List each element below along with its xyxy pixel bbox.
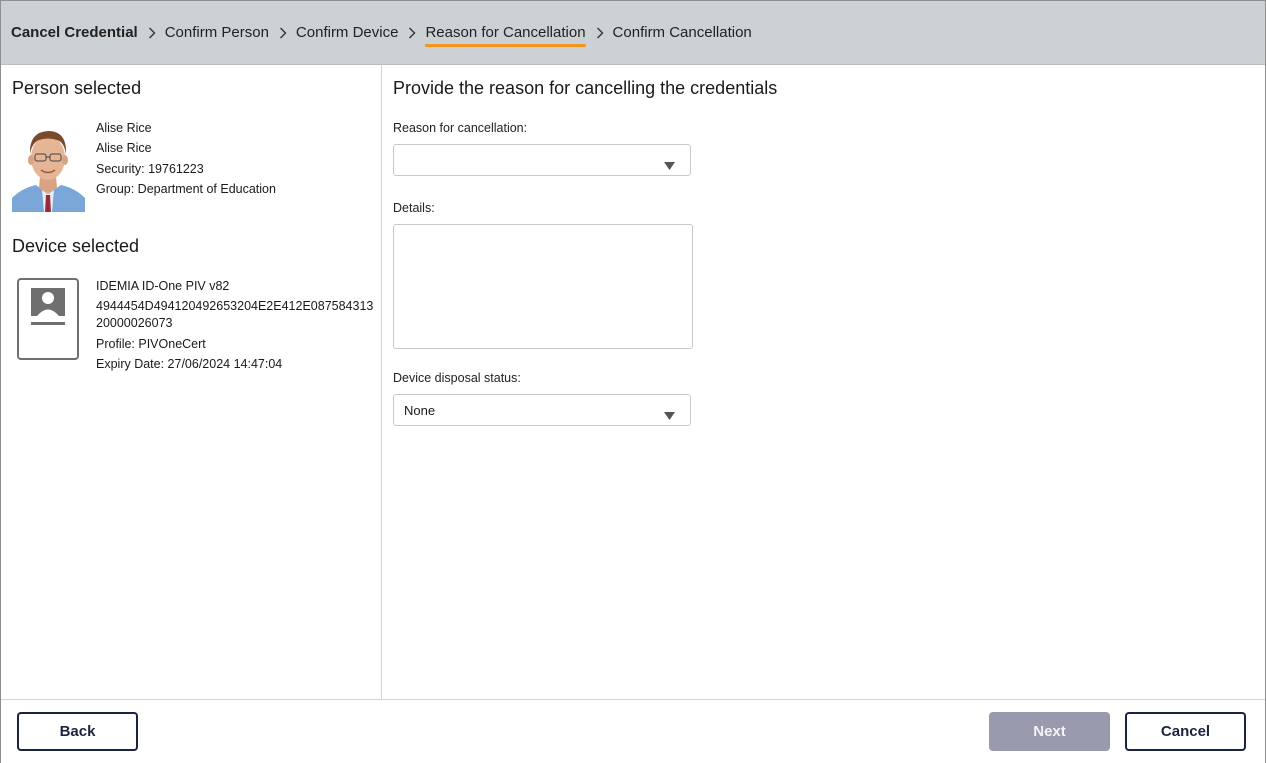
person-security: Security: 19761223 xyxy=(96,162,204,176)
details-label: Details: xyxy=(393,201,435,215)
breadcrumb-confirm-cancellation[interactable]: Confirm Cancellation xyxy=(613,24,752,41)
person-display-name: Alise Rice xyxy=(96,141,152,155)
form-title: Provide the reason for cancelling the cr… xyxy=(393,78,778,98)
device-selected-heading: Device selected xyxy=(12,236,140,256)
wizard-header: Cancel Credential Confirm Person Confirm… xyxy=(1,1,1265,65)
chevron-right-icon xyxy=(596,27,604,39)
breadcrumb-confirm-person[interactable]: Confirm Person xyxy=(165,24,269,41)
next-button[interactable]: Next xyxy=(989,712,1110,751)
back-button[interactable]: Back xyxy=(17,712,138,751)
reason-dropdown[interactable] xyxy=(393,144,691,176)
person-group: Group: Department of Education xyxy=(96,182,276,196)
chevron-right-icon xyxy=(148,27,156,39)
selection-summary-panel: Person selected Alise Rice Alise Rice Se… xyxy=(1,65,382,699)
person-selected-heading: Person selected xyxy=(12,78,142,98)
disposal-dropdown[interactable]: None xyxy=(393,394,691,426)
device-expiry: Expiry Date: 27/06/2024 14:47:04 xyxy=(96,357,283,371)
device-serial-line1: 4944454D494120492653204E2E412E087584313 xyxy=(96,299,374,313)
dropdown-arrow-icon xyxy=(664,157,675,175)
disposal-value: None xyxy=(404,403,436,418)
wizard-footer: Back Next Cancel xyxy=(1,699,1265,763)
chevron-right-icon xyxy=(408,27,416,39)
id-card-icon xyxy=(17,278,79,360)
details-textarea[interactable] xyxy=(393,224,693,349)
device-model: IDEMIA ID-One PIV v82 xyxy=(96,279,230,293)
disposal-label: Device disposal status: xyxy=(393,371,521,385)
breadcrumb-reason-for-cancellation[interactable]: Reason for Cancellation xyxy=(425,24,586,47)
dropdown-arrow-icon xyxy=(664,407,675,425)
breadcrumb-cancel-credential[interactable]: Cancel Credential xyxy=(11,24,138,41)
chevron-right-icon xyxy=(279,27,287,39)
breadcrumb: Cancel Credential Confirm Person Confirm… xyxy=(11,1,752,64)
device-serial-line2: 20000026073 xyxy=(96,316,173,330)
cancel-button[interactable]: Cancel xyxy=(1125,712,1246,751)
person-name: Alise Rice xyxy=(96,121,152,135)
wizard-window: Cancel Credential Confirm Person Confirm… xyxy=(0,0,1266,763)
device-profile: Profile: PIVOneCert xyxy=(96,337,206,351)
cancellation-form: Provide the reason for cancelling the cr… xyxy=(382,65,1265,699)
person-photo xyxy=(12,120,85,212)
breadcrumb-confirm-device[interactable]: Confirm Device xyxy=(296,24,399,41)
reason-label: Reason for cancellation: xyxy=(393,121,528,135)
